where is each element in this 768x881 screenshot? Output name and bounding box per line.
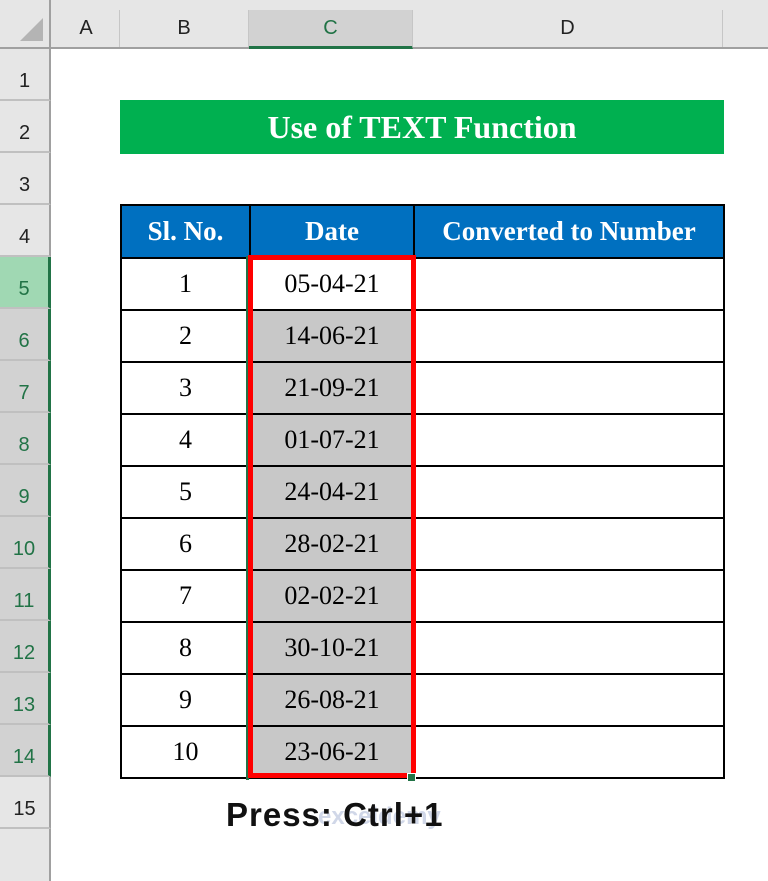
row-header-10[interactable]: 10 (0, 517, 51, 569)
row-header-15[interactable]: 15 (0, 777, 51, 829)
fill-handle[interactable] (407, 773, 416, 782)
cell-date[interactable]: 30-10-21 (249, 621, 415, 675)
cell-date[interactable]: 02-02-21 (249, 569, 415, 623)
row-header-7[interactable]: 7 (0, 361, 51, 413)
cell-converted[interactable] (413, 361, 725, 415)
cell-converted[interactable] (413, 725, 725, 779)
column-header-c[interactable]: C (249, 10, 413, 49)
sheet-title[interactable]: Use of TEXT Function (120, 100, 724, 154)
data-table: Sl. No. Date Converted to Number 1 05-04… (120, 204, 725, 779)
row-header-4[interactable]: 4 (0, 205, 51, 257)
table-row: 9 26-08-21 (120, 673, 725, 727)
table-header-row: Sl. No. Date Converted to Number (120, 204, 725, 259)
cell-date[interactable]: 23-06-21 (249, 725, 415, 779)
table-row: 10 23-06-21 (120, 725, 725, 779)
column-header-d[interactable]: D (413, 10, 723, 47)
cell-sl[interactable]: 1 (120, 257, 251, 311)
cell-converted[interactable] (413, 413, 725, 467)
row-header-5[interactable]: 5 (0, 257, 51, 309)
row-header-8[interactable]: 8 (0, 413, 51, 465)
cell-converted[interactable] (413, 673, 725, 727)
cell-sl[interactable]: 5 (120, 465, 251, 519)
table-row: 8 30-10-21 (120, 621, 725, 675)
cell-sl[interactable]: 7 (120, 569, 251, 623)
cell-converted[interactable] (413, 517, 725, 571)
selection-range-edge (246, 256, 249, 780)
table-row: 1 05-04-21 (120, 257, 725, 311)
cell-sl[interactable]: 9 (120, 673, 251, 727)
cell-sl[interactable]: 6 (120, 517, 251, 571)
column-header-b[interactable]: B (120, 10, 249, 47)
cell-sl[interactable]: 10 (120, 725, 251, 779)
cell-date[interactable]: 28-02-21 (249, 517, 415, 571)
cell-date[interactable]: 14-06-21 (249, 309, 415, 363)
row-header-3[interactable]: 3 (0, 153, 51, 205)
header-date[interactable]: Date (249, 204, 415, 259)
column-header-a[interactable]: A (53, 10, 120, 47)
cell-converted[interactable] (413, 309, 725, 363)
header-converted[interactable]: Converted to Number (413, 204, 725, 259)
row-header-1[interactable]: 1 (0, 49, 51, 101)
row-header-6[interactable]: 6 (0, 309, 51, 361)
table-row: 3 21-09-21 (120, 361, 725, 415)
header-sl-no[interactable]: Sl. No. (120, 204, 251, 259)
row-header-9[interactable]: 9 (0, 465, 51, 517)
cell-sl[interactable]: 3 (120, 361, 251, 415)
cell-date[interactable]: 24-04-21 (249, 465, 415, 519)
table-row: 7 02-02-21 (120, 569, 725, 623)
instruction-caption: Press: Ctrl+1 (226, 796, 444, 833)
row-header-14[interactable]: 14 (0, 725, 51, 777)
cell-date[interactable]: 01-07-21 (249, 413, 415, 467)
row-header-2[interactable]: 2 (0, 101, 51, 153)
cell-converted[interactable] (413, 257, 725, 311)
table-row: 6 28-02-21 (120, 517, 725, 571)
select-all-triangle-icon (20, 18, 43, 41)
row-header-13[interactable]: 13 (0, 673, 51, 725)
cell-date[interactable]: 21-09-21 (249, 361, 415, 415)
cell-date-active[interactable]: 05-04-21 (249, 257, 415, 311)
cell-sl[interactable]: 4 (120, 413, 251, 467)
cell-converted[interactable] (413, 621, 725, 675)
table-row: 5 24-04-21 (120, 465, 725, 519)
cell-sl[interactable]: 2 (120, 309, 251, 363)
cell-date[interactable]: 26-08-21 (249, 673, 415, 727)
column-header-e-partial[interactable] (723, 10, 768, 47)
table-row: 2 14-06-21 (120, 309, 725, 363)
row-header-16-partial[interactable] (0, 829, 51, 881)
table-row: 4 01-07-21 (120, 413, 725, 467)
row-header-11[interactable]: 11 (0, 569, 51, 621)
row-header-12[interactable]: 12 (0, 621, 51, 673)
cell-converted[interactable] (413, 465, 725, 519)
cell-converted[interactable] (413, 569, 725, 623)
cell-sl[interactable]: 8 (120, 621, 251, 675)
